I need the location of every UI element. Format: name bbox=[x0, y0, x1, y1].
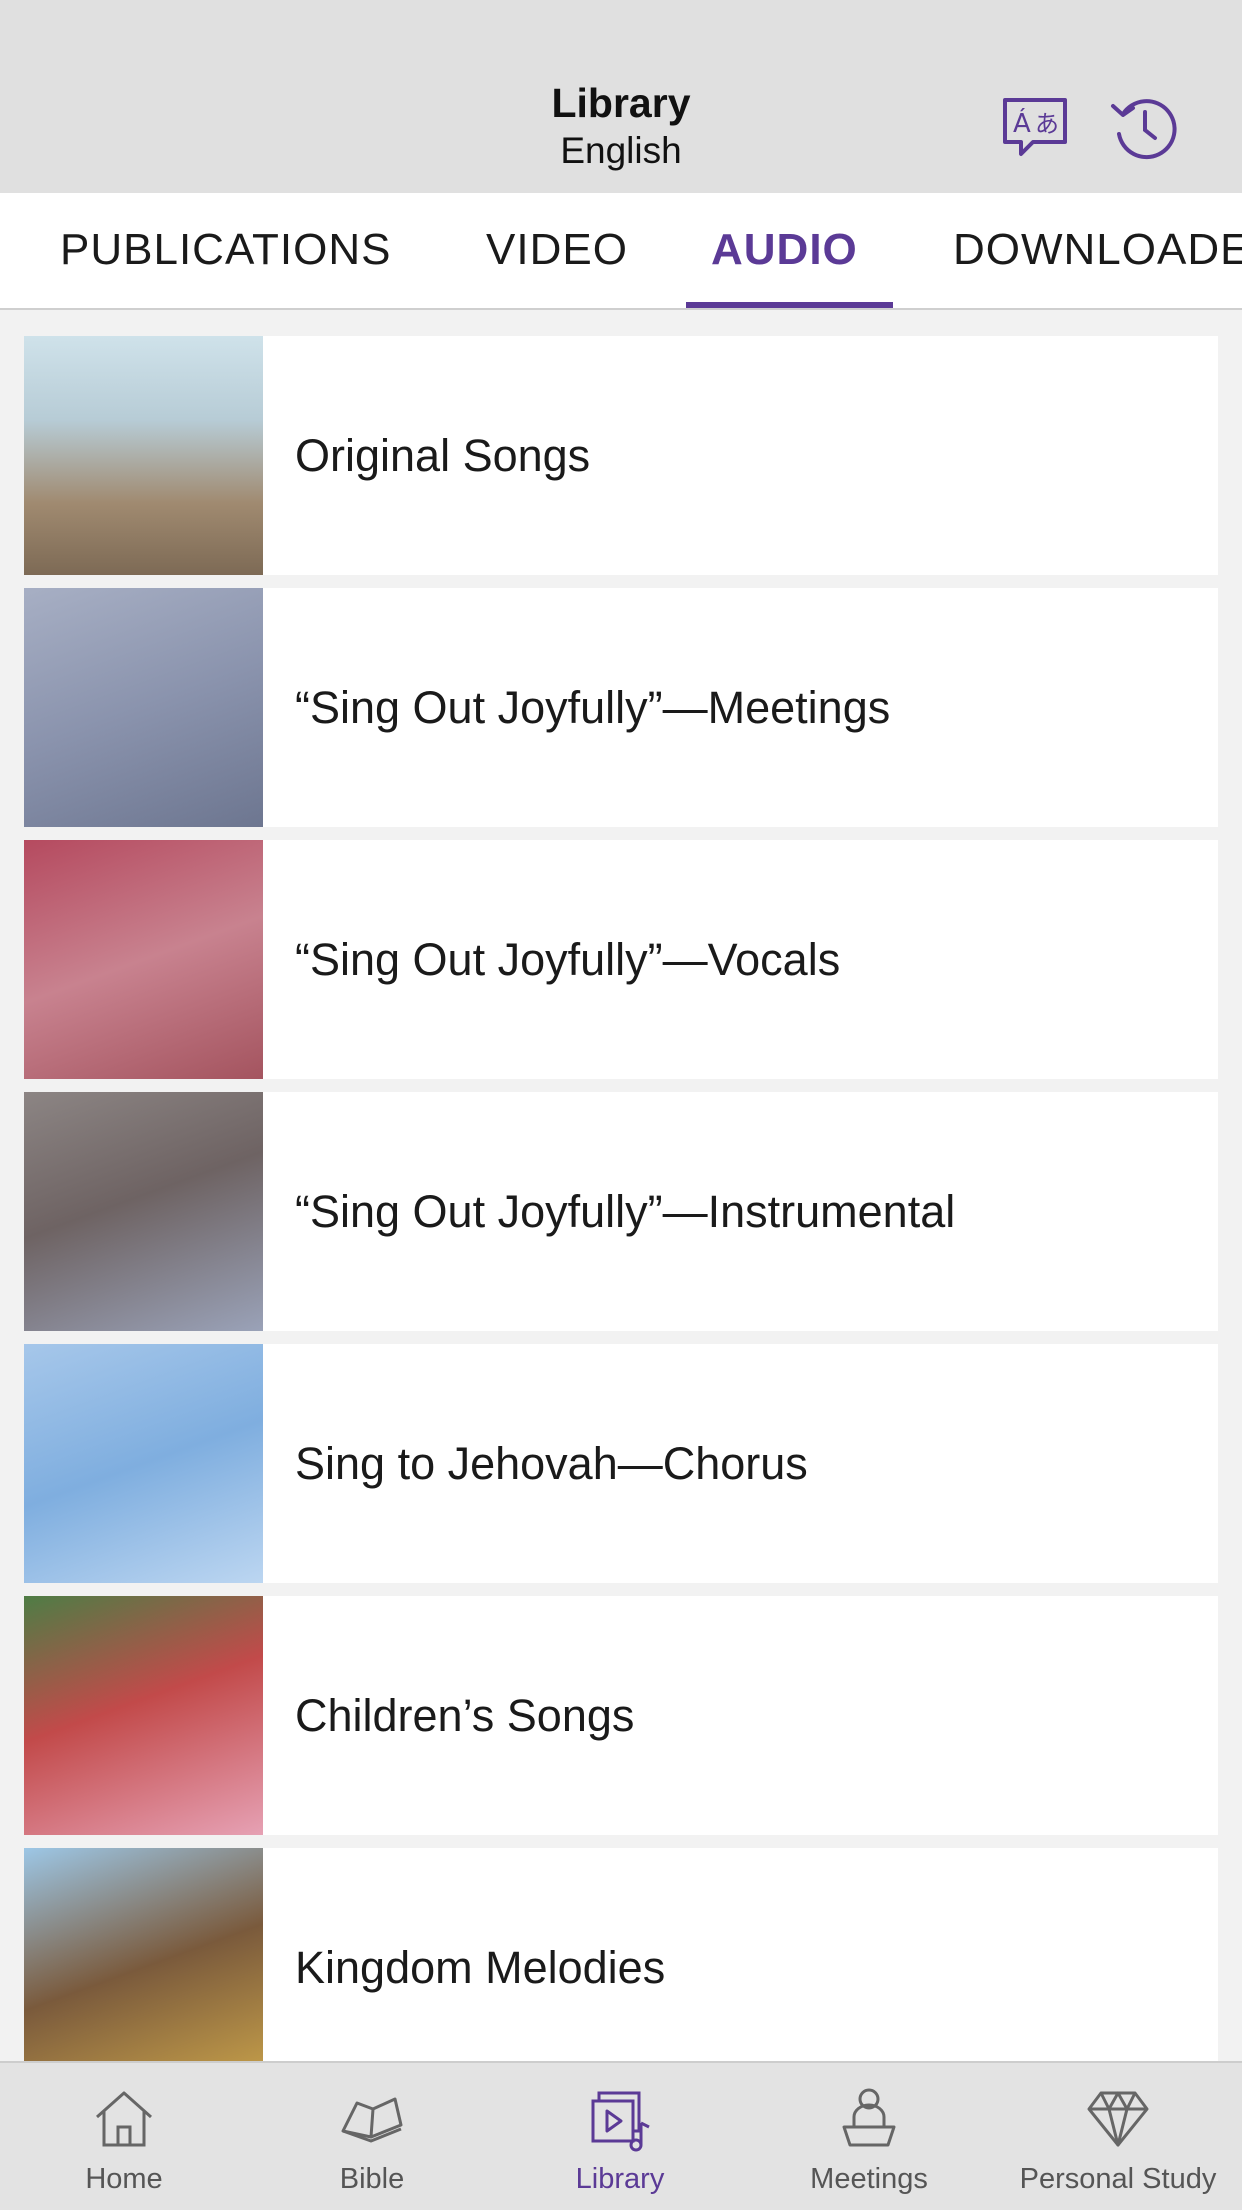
bottom-tab-bar: Home Bible Library Meetings Personal Stu… bbox=[0, 2061, 1242, 2210]
bible-icon bbox=[341, 2097, 403, 2143]
home-icon bbox=[96, 2091, 152, 2147]
history-icon[interactable] bbox=[1105, 88, 1185, 168]
nav-home-label: Home bbox=[85, 2163, 163, 2195]
active-tab-indicator bbox=[686, 302, 893, 308]
tab-publications[interactable]: PUBLICATIONS bbox=[60, 225, 391, 275]
svg-text:Á: Á bbox=[1013, 107, 1031, 139]
list-item-label: Children’s Songs bbox=[295, 1690, 635, 1741]
nav-personal-study-label: Personal Study bbox=[1019, 2163, 1217, 2195]
list-item[interactable]: Kingdom Melodies bbox=[24, 1848, 1218, 2087]
list-item[interactable]: Sing to Jehovah—Chorus bbox=[24, 1344, 1218, 1583]
thumbnail-image bbox=[24, 840, 263, 1079]
personal-study-icon bbox=[1087, 2091, 1149, 2147]
nav-home[interactable]: Home bbox=[0, 2063, 248, 2210]
audio-list: Original Songs “Sing Out Joyfully”—Meeti… bbox=[24, 336, 1218, 2100]
thumbnail-image bbox=[24, 1596, 263, 1835]
library-tabs: PUBLICATIONS VIDEO AUDIO DOWNLOADED bbox=[0, 193, 1242, 310]
list-item[interactable]: Children’s Songs bbox=[24, 1596, 1218, 1835]
list-item-label: Kingdom Melodies bbox=[295, 1942, 666, 1993]
list-item[interactable]: “Sing Out Joyfully”—Instrumental bbox=[24, 1092, 1218, 1331]
thumbnail-image bbox=[24, 1092, 263, 1331]
top-header: Library English Á あ bbox=[0, 0, 1242, 193]
nav-bible[interactable]: Bible bbox=[248, 2063, 496, 2210]
tab-downloaded[interactable]: DOWNLOADED bbox=[953, 225, 1242, 275]
list-item-label: “Sing Out Joyfully”—Meetings bbox=[295, 682, 891, 733]
nav-meetings-label: Meetings bbox=[810, 2163, 928, 2195]
list-item-label: Original Songs bbox=[295, 430, 591, 481]
list-item-label: “Sing Out Joyfully”—Vocals bbox=[295, 934, 841, 985]
tab-audio[interactable]: AUDIO bbox=[711, 225, 858, 275]
list-item[interactable]: “Sing Out Joyfully”—Meetings bbox=[24, 588, 1218, 827]
meetings-icon bbox=[842, 2088, 896, 2147]
thumbnail-image bbox=[24, 1344, 263, 1583]
nav-library-label: Library bbox=[575, 2163, 665, 2195]
thumbnail-image bbox=[24, 588, 263, 827]
list-item[interactable]: Original Songs bbox=[24, 336, 1218, 575]
list-item-label: Sing to Jehovah—Chorus bbox=[295, 1438, 808, 1489]
svg-text:あ: あ bbox=[1035, 110, 1059, 138]
tab-video[interactable]: VIDEO bbox=[486, 225, 628, 275]
nav-meetings[interactable]: Meetings bbox=[745, 2063, 993, 2210]
thumbnail-image bbox=[24, 336, 263, 575]
nav-personal-study[interactable]: Personal Study bbox=[994, 2063, 1242, 2210]
library-icon bbox=[591, 2091, 650, 2152]
nav-library[interactable]: Library bbox=[496, 2063, 744, 2210]
language-icon[interactable]: Á あ bbox=[995, 88, 1075, 168]
list-item-label: “Sing Out Joyfully”—Instrumental bbox=[295, 1186, 956, 1237]
nav-bible-label: Bible bbox=[339, 2163, 405, 2195]
list-item[interactable]: “Sing Out Joyfully”—Vocals bbox=[24, 840, 1218, 1079]
thumbnail-image bbox=[24, 1848, 263, 2087]
